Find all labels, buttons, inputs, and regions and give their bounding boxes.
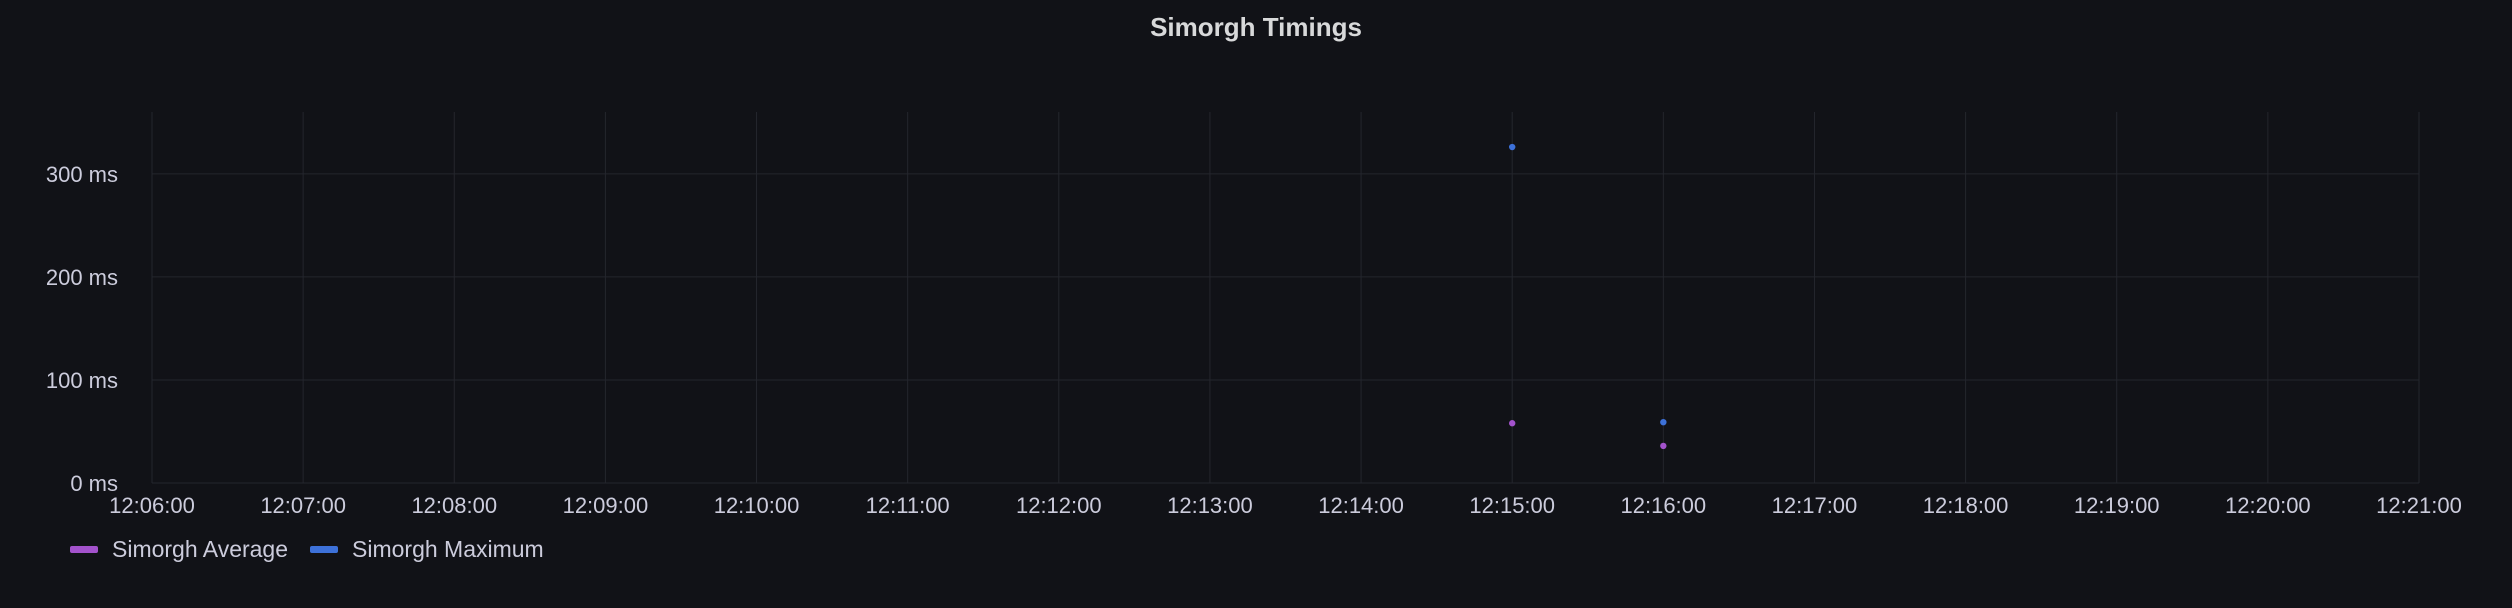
scatter-chart[interactable]: 0 ms100 ms200 ms300 ms 12:06:00 12:07:00 1… — [0, 0, 2512, 608]
x-tick-label: 12:18:00 — [1923, 493, 2009, 518]
x-tick-label: 12:15:00 — [1469, 493, 1555, 518]
x-tick-label: 12:08:00 — [411, 493, 497, 518]
legend-swatch-average — [70, 546, 98, 553]
legend-swatch-maximum — [310, 546, 339, 553]
legend-item-maximum[interactable]: Simorgh Maximum — [310, 536, 544, 563]
x-tick-label: 12:11:00 — [866, 493, 950, 518]
y-tick-label: 100 ms — [46, 368, 118, 393]
x-tick-label: 12:17:00 — [1772, 493, 1858, 518]
legend: Simorgh Average Simorgh Maximum — [70, 536, 544, 563]
legend-label-average: Simorgh Average — [112, 536, 289, 562]
y-tick-label: 300 ms — [46, 162, 118, 187]
maximum-point — [1509, 143, 1516, 151]
maximum-point — [1660, 418, 1667, 426]
grid-lines — [151, 112, 2420, 484]
average-point — [1509, 420, 1516, 427]
x-tick-label: 12:21:00 — [2376, 493, 2462, 518]
legend-label-maximum: Simorgh Maximum — [352, 536, 544, 562]
legend-item-average[interactable]: Simorgh Average — [70, 536, 288, 563]
x-tick-label: 12:14:00 — [1318, 493, 1404, 518]
x-tick-label: 12:09:00 — [563, 493, 649, 518]
x-tick-label: 12:20:00 — [2225, 493, 2311, 518]
x-tick-label: 12:10:00 — [714, 493, 800, 518]
x-tick-label: 12:12:00 — [1016, 493, 1102, 518]
data-points — [1509, 143, 1667, 450]
y-tick-label: 200 ms — [46, 265, 118, 290]
chart-panel: Simorgh Timings 0 ms 100 ms 200 ms 300 ms 1… — [0, 0, 2512, 608]
x-tick-label: 12:19:00 — [2074, 493, 2160, 518]
y-axis-ticks: 0 ms100 ms200 ms300 ms — [46, 162, 118, 496]
x-tick-label: 12:13:00 — [1167, 493, 1253, 518]
average-point — [1660, 442, 1667, 450]
x-tick-label: 12:06:00 — [109, 493, 195, 518]
x-tick-label: 12:07:00 — [260, 493, 346, 518]
x-axis-ticks: 12:06:00 12:07:00 12:08:00 12:09:00 12:10:00… — [109, 493, 2462, 518]
x-tick-label: 12:16:00 — [1621, 493, 1707, 518]
